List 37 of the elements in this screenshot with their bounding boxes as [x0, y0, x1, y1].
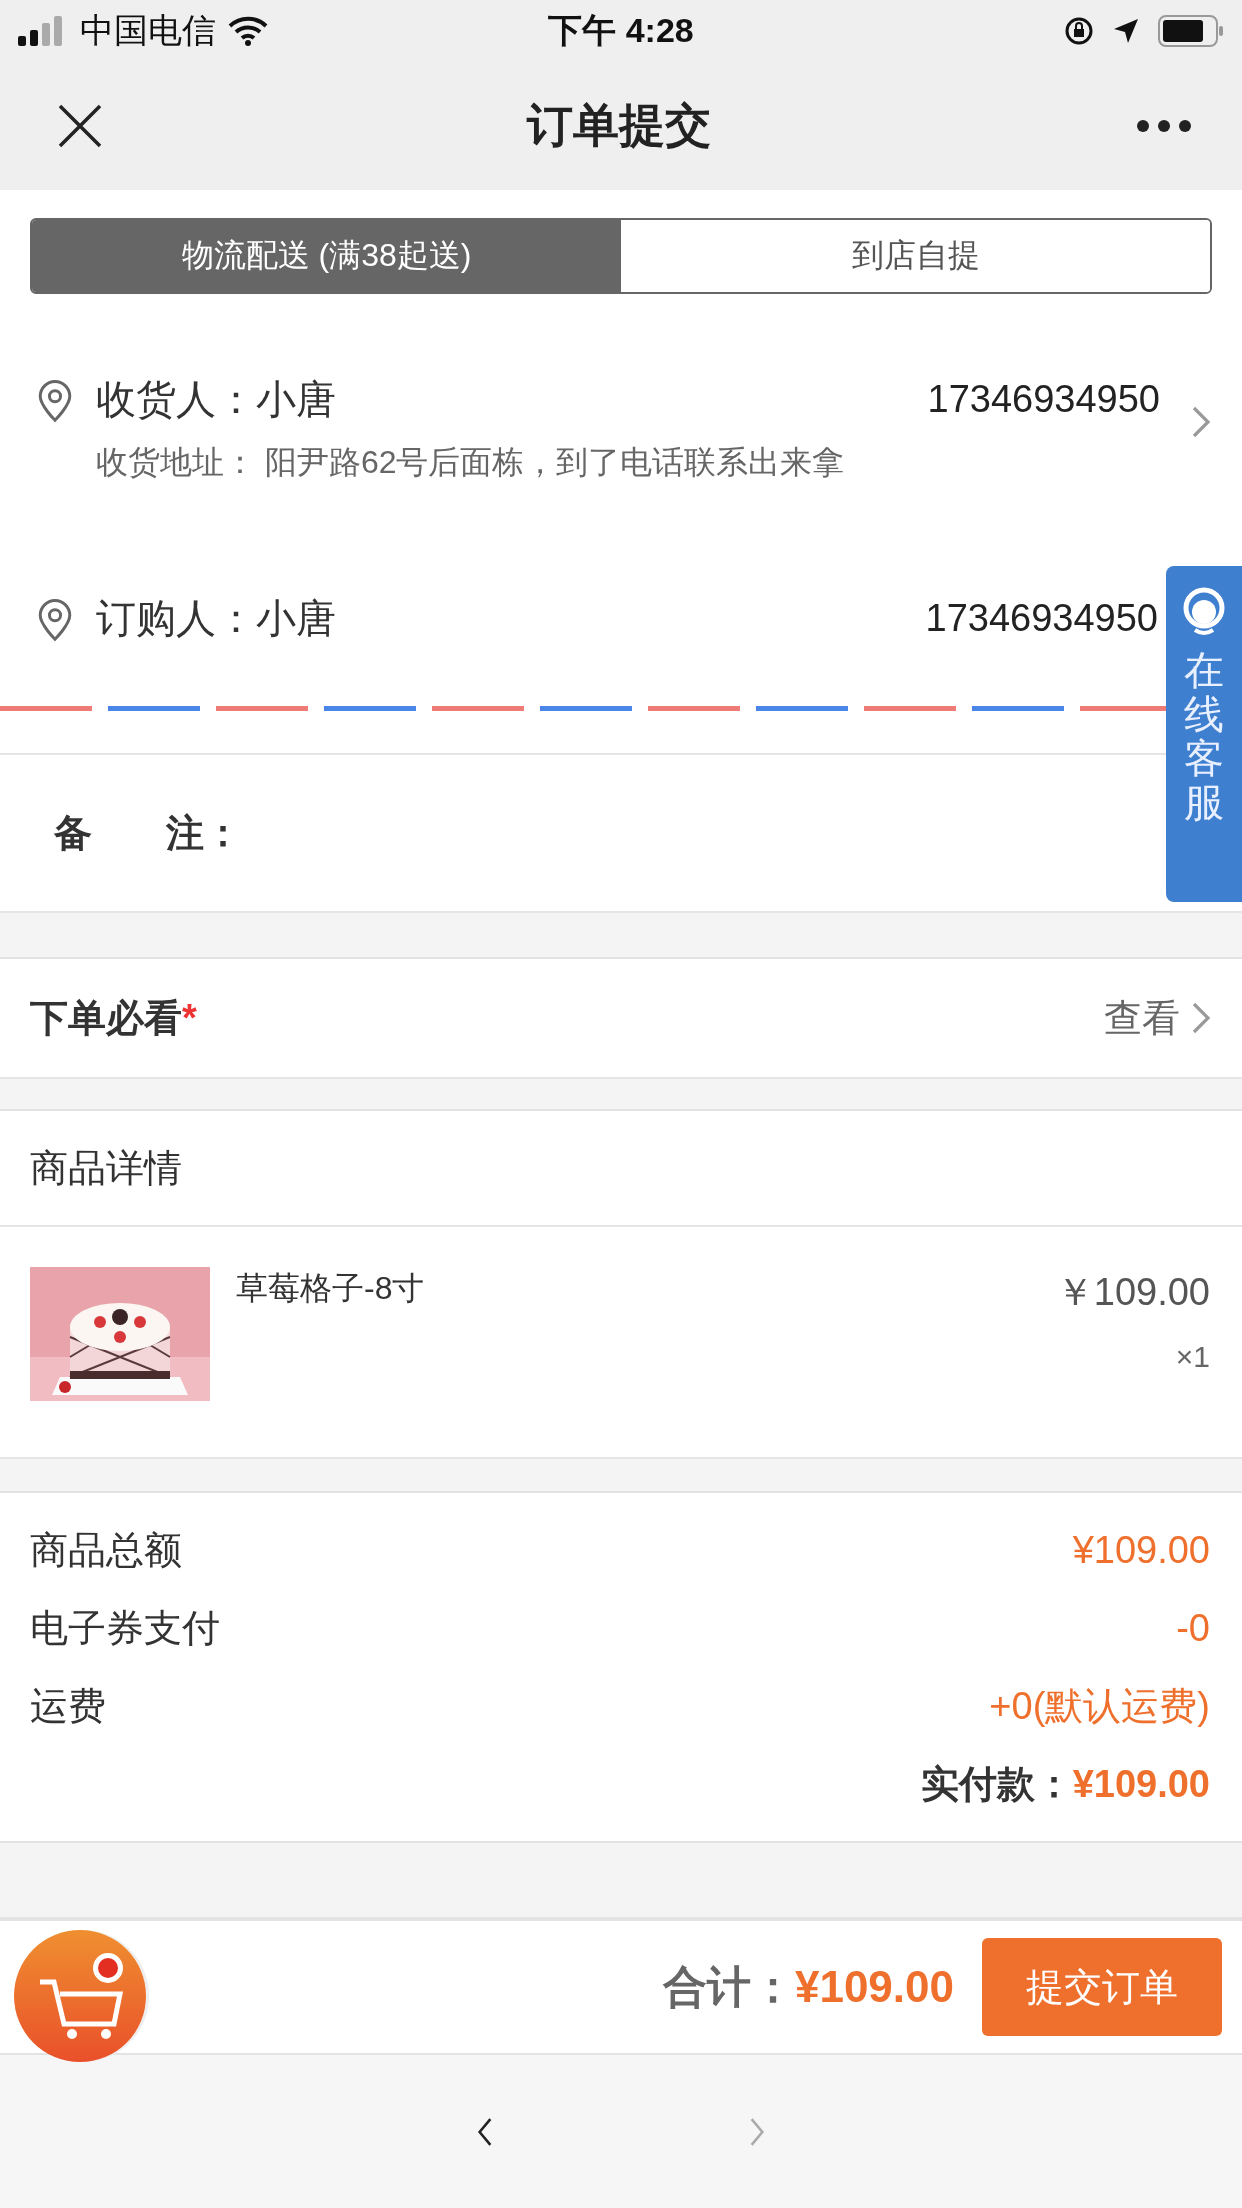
receiver-address: 收货地址： 阳尹路62号后面栋，到了电话联系出来拿 — [96, 443, 846, 482]
delivery-tab[interactable]: 物流配送 (满38起送) — [32, 220, 621, 292]
summary-value: +0(默认运费) — [989, 1683, 1210, 1729]
product-name: 草莓格子-8寸 — [236, 1269, 426, 1308]
total-label: 合计： — [662, 1960, 795, 2013]
orderer-phone: 17346934950 — [925, 597, 1158, 640]
page-title: 订单提交 — [527, 98, 711, 153]
notice-title: 下单必看 — [30, 996, 182, 1039]
summary-label: 运费 — [30, 1683, 106, 1729]
paid-amount: ¥109.00 — [1072, 1762, 1210, 1806]
orderer-name: 订购人：小唐 — [96, 595, 336, 642]
product-quantity: ×1 — [1175, 1340, 1210, 1374]
battery-icon — [1158, 15, 1224, 47]
submit-order-button[interactable]: 提交订单 — [982, 1938, 1222, 2036]
remarks-field[interactable]: 备 注： — [0, 755, 1150, 911]
summary-label: 商品总额 — [30, 1527, 182, 1573]
summary-label: 电子券支付 — [30, 1605, 220, 1651]
rotation-lock-icon — [1064, 16, 1094, 46]
section-title: 商品详情 — [30, 1145, 182, 1191]
location-arrow-icon — [1112, 17, 1140, 45]
paid-label: 实付款： — [920, 1761, 1073, 1807]
required-mark: * — [182, 996, 197, 1039]
carrier-name: 中国电信 — [80, 10, 216, 51]
receiver-phone: 17346934950 — [927, 378, 1160, 421]
view-link[interactable]: 查看 — [1104, 992, 1180, 1044]
close-icon[interactable] — [58, 104, 102, 148]
chevron-right-icon[interactable] — [1190, 1000, 1212, 1036]
customer-service-tab[interactable]: 在线客服 — [1166, 566, 1242, 902]
more-icon[interactable] — [1136, 119, 1192, 133]
summary-value: -0 — [1176, 1606, 1210, 1650]
receiver-name: 收货人：小唐 — [96, 376, 336, 423]
total-amount: ¥109.00 — [794, 1962, 954, 2012]
wifi-icon — [228, 16, 268, 46]
status-time: 下午 4:28 — [548, 10, 694, 51]
summary-value: ¥109.00 — [1072, 1528, 1210, 1572]
product-price: ￥109.00 — [1055, 1270, 1210, 1315]
chevron-right-icon[interactable] — [1190, 404, 1212, 440]
